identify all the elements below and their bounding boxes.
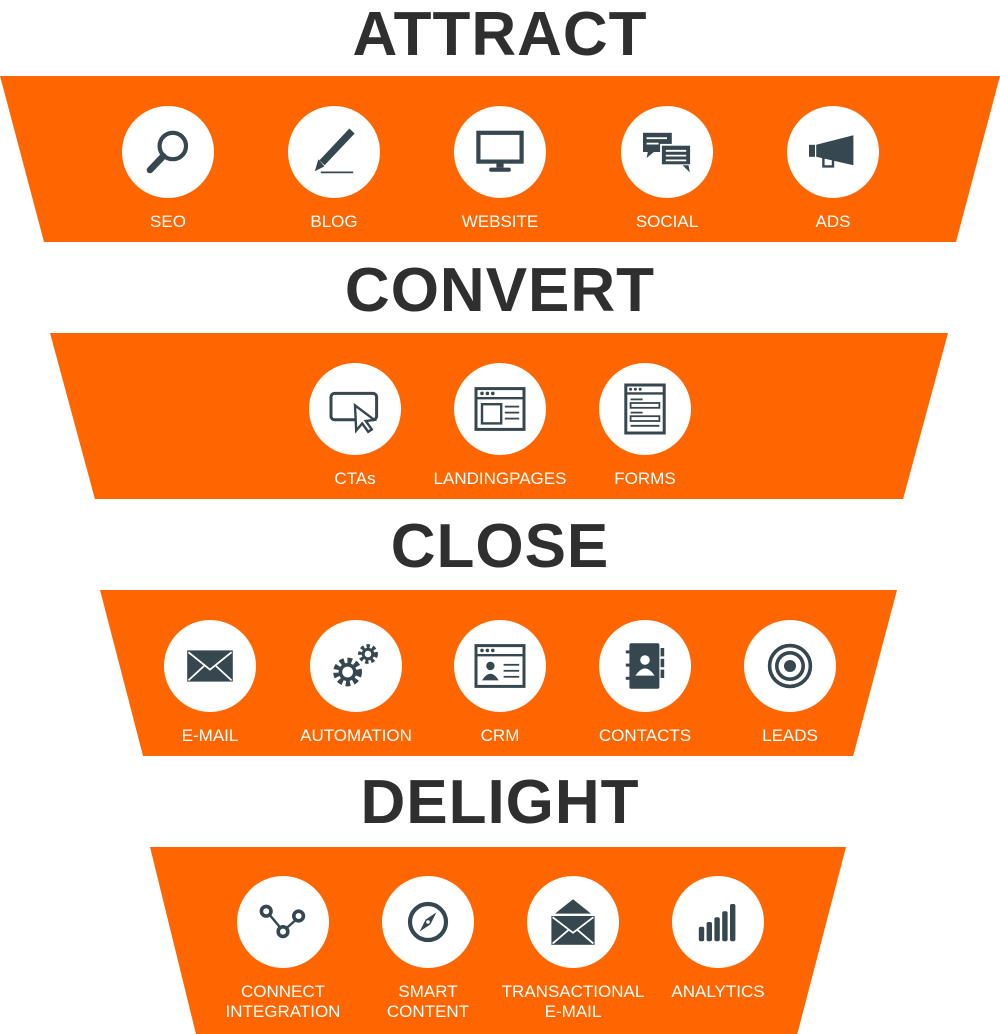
item-transactional-email: TRANSACTIONAL E-MAIL (498, 876, 648, 1022)
item-contacts: CONTACTS (570, 620, 720, 746)
item-email: E-MAIL (135, 620, 285, 746)
open-envelope-icon (551, 899, 595, 945)
item-leads: LEADS (715, 620, 865, 746)
stage-title-delight: DELIGHT (360, 768, 640, 837)
chat-bubbles-icon (643, 132, 692, 173)
item-ads: ADS (758, 106, 908, 232)
item-analytics: ANALYTICS (643, 876, 793, 1002)
compass-icon (407, 901, 449, 943)
browser-window-icon (474, 387, 526, 431)
item-smart-content: SMART CONTENT (353, 876, 503, 1022)
item-ctas: CTAs (280, 363, 430, 489)
item-crm: CRM (425, 620, 575, 746)
item-forms: FORMS (570, 363, 720, 489)
pencil-icon (314, 128, 355, 174)
contact-book-icon (625, 643, 665, 689)
stage-title-close: CLOSE (390, 512, 610, 581)
label-line-1: SMART (398, 982, 458, 1001)
crm-window-icon (474, 644, 526, 688)
monitor-icon (476, 130, 524, 172)
bar-chart-icon (698, 904, 736, 942)
item-connect-integration: CONNECT INTEGRATION (208, 876, 358, 1022)
item-landingpages: LANDINGPAGES (425, 363, 575, 489)
label-line-2: INTEGRATION (225, 1002, 341, 1021)
item-seo: SEO (93, 106, 243, 232)
stage-title-attract: ATTRACT (352, 0, 648, 69)
item-website: WEBSITE (425, 106, 575, 232)
item-automation: AUTOMATION (281, 620, 431, 746)
form-icon (624, 383, 666, 435)
label-line-1: CONNECT (240, 982, 326, 1001)
label-line-2: CONTENT (386, 1002, 470, 1021)
target-icon (767, 643, 813, 689)
search-icon (146, 130, 189, 174)
gears-icon (333, 644, 378, 687)
item-blog: BLOG (259, 106, 409, 232)
stage-title-convert: CONVERT (344, 256, 656, 325)
label-line-1: TRANSACTIONAL (501, 982, 645, 1001)
envelope-icon (187, 650, 233, 682)
label-line-2: E-MAIL (544, 1002, 602, 1021)
connect-nodes-icon (259, 904, 306, 939)
cursor-click-icon (329, 391, 379, 434)
item-social: SOCIAL (592, 106, 742, 232)
megaphone-icon (809, 135, 854, 168)
